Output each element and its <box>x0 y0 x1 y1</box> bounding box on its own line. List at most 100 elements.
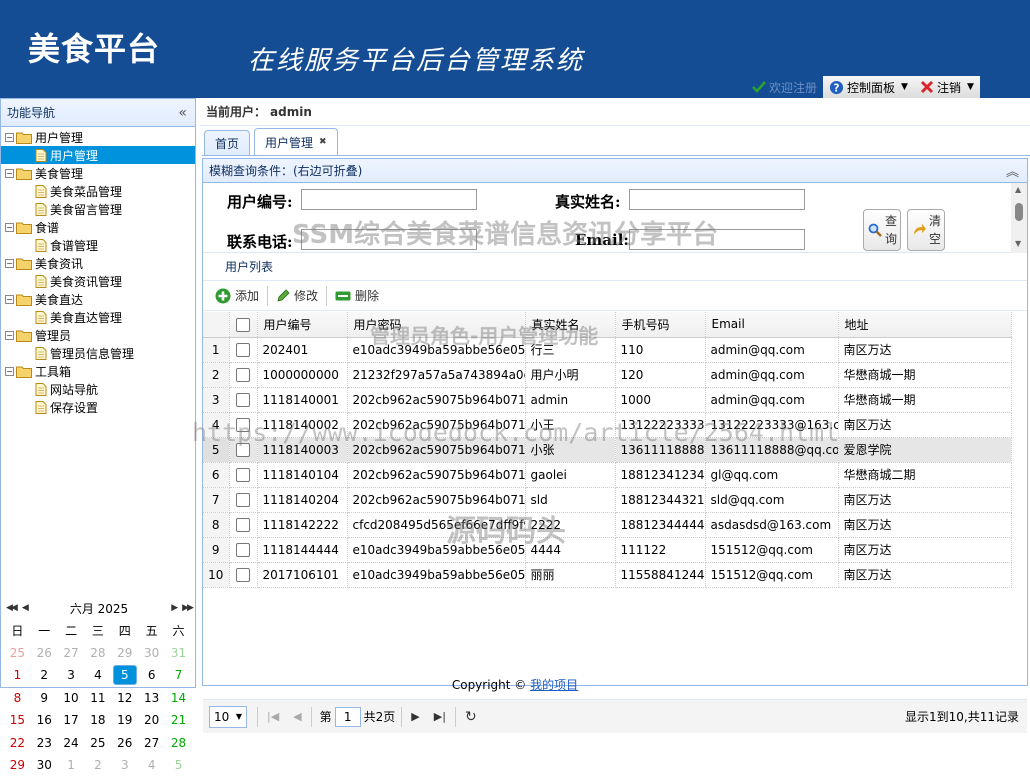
row-checkbox[interactable] <box>229 512 258 538</box>
calendar-day[interactable]: 28 <box>84 642 111 665</box>
calendar-title[interactable]: 六月 2025 <box>70 600 128 617</box>
calendar-day[interactable]: 26 <box>111 732 138 755</box>
tree-folder[interactable]: − 工具箱 <box>1 362 195 380</box>
table-row[interactable]: 3 1118140001 202cb962ac59075b964b07152 admi… <box>203 387 1012 413</box>
logout-menu[interactable]: 注销 ▼ <box>913 76 980 98</box>
control-panel-menu[interactable]: ? 控制面板 ▼ <box>823 76 914 98</box>
close-tab-icon[interactable]: ✖ <box>319 137 327 147</box>
tree-folder[interactable]: − 用户管理 <box>1 128 195 146</box>
column-header[interactable]: 地址 <box>838 312 1012 338</box>
scroll-thumb[interactable] <box>1015 203 1023 221</box>
real-name-input[interactable] <box>629 189 805 210</box>
expand-toggle-icon[interactable]: − <box>5 132 14 142</box>
last-page-icon[interactable]: ▶| <box>434 710 446 723</box>
calendar-day[interactable]: 17 <box>58 709 85 732</box>
row-checkbox[interactable] <box>229 387 258 413</box>
prev-page-icon[interactable]: ◀ <box>293 710 301 723</box>
collapse-icon[interactable]: « <box>178 105 187 121</box>
row-checkbox[interactable] <box>229 337 258 363</box>
select-all-checkbox[interactable] <box>229 312 258 338</box>
calendar-day[interactable]: 29 <box>111 642 138 665</box>
table-row[interactable]: 1 202401 e10adc3949ba59abbe56e057f 行三 110 adm… <box>203 337 1012 363</box>
tree-item[interactable]: 美食资讯管理 <box>1 272 195 290</box>
search-scrollbar[interactable]: ▲ ▼ <box>1011 183 1027 253</box>
clear-button[interactable]: 清空 <box>907 209 945 251</box>
calendar-day[interactable]: 27 <box>138 732 165 755</box>
tree-folder[interactable]: − 美食管理 <box>1 164 195 182</box>
tree-item[interactable]: 美食留言管理 <box>1 200 195 218</box>
calendar-day[interactable]: 2 <box>84 754 111 777</box>
tree-folder[interactable]: − 美食直达 <box>1 290 195 308</box>
table-row[interactable]: 8 1118142222 cfcd208495d565ef66e7dff9f98 22… <box>203 512 1012 538</box>
row-checkbox[interactable] <box>229 412 258 438</box>
calendar-day[interactable]: 29 <box>4 754 31 777</box>
column-header[interactable]: 手机号码 <box>615 312 706 338</box>
row-checkbox[interactable] <box>229 362 258 388</box>
expand-toggle-icon[interactable]: − <box>5 168 14 178</box>
tree-item[interactable]: 用户管理 <box>1 146 195 164</box>
tree-item[interactable]: 保存设置 <box>1 398 195 416</box>
calendar-day[interactable]: 22 <box>4 732 31 755</box>
calendar-day[interactable]: 26 <box>31 642 58 665</box>
table-row[interactable]: 9 1118144444 e10adc3949ba59abbe56e057f 4444… <box>203 537 1012 563</box>
calendar-day[interactable]: 18 <box>84 709 111 732</box>
refresh-icon[interactable]: ↻ <box>465 709 477 725</box>
page-size-select[interactable]: 10 ▼ <box>209 705 247 728</box>
page-number-input[interactable]: 1 <box>334 706 361 727</box>
column-header[interactable]: 真实姓名 <box>525 312 616 338</box>
next-year-icon[interactable]: ▶▶ <box>182 603 194 613</box>
project-link[interactable]: 我的项目 <box>530 678 578 692</box>
column-header[interactable]: 用户密码 <box>347 312 526 338</box>
expand-toggle-icon[interactable]: − <box>5 366 14 376</box>
calendar-day[interactable]: 4 <box>138 754 165 777</box>
calendar-day[interactable]: 21 <box>165 709 192 732</box>
calendar-day[interactable]: 24 <box>58 732 85 755</box>
table-row[interactable]: 5 1118140003 202cb962ac59075b964b07152 小张 13… <box>203 437 1012 463</box>
calendar-day[interactable]: 25 <box>84 732 111 755</box>
expand-toggle-icon[interactable]: − <box>5 222 14 232</box>
table-row[interactable]: 10 2017106101 e10adc3949ba59abbe56e057f 丽丽 1… <box>203 562 1012 588</box>
calendar-day[interactable]: 31 <box>165 642 192 665</box>
calendar-day[interactable]: 16 <box>31 709 58 732</box>
calendar-day[interactable]: 25 <box>4 642 31 665</box>
scroll-up-icon[interactable]: ▲ <box>1015 185 1021 194</box>
tab-home[interactable]: 首页 <box>204 130 251 155</box>
add-button[interactable]: 添加 <box>209 284 265 308</box>
table-row[interactable]: 4 1118140002 202cb962ac59075b964b07152 小王 13… <box>203 412 1012 438</box>
collapse-up-icon[interactable]: ︽ <box>1006 161 1019 180</box>
table-row[interactable]: 7 1118140204 202cb962ac59075b964b07152 sld 1… <box>203 487 1012 513</box>
expand-toggle-icon[interactable]: − <box>5 330 14 340</box>
welcome-link[interactable]: 欢迎注册 <box>746 76 823 98</box>
edit-button[interactable]: 修改 <box>270 284 324 308</box>
delete-button[interactable]: 删除 <box>329 284 385 308</box>
scroll-down-icon[interactable]: ▼ <box>1015 239 1021 248</box>
row-checkbox[interactable] <box>229 537 258 563</box>
calendar-day[interactable]: 27 <box>58 642 85 665</box>
expand-toggle-icon[interactable]: − <box>5 258 14 268</box>
column-header[interactable]: 用户编号 <box>257 312 348 338</box>
phone-input[interactable] <box>301 229 477 250</box>
next-page-icon[interactable]: ▶ <box>411 710 419 723</box>
tree-item[interactable]: 美食菜品管理 <box>1 182 195 200</box>
calendar-day[interactable]: 30 <box>31 754 58 777</box>
tree-item[interactable]: 管理员信息管理 <box>1 344 195 362</box>
table-row[interactable]: 2 1000000000 21232f297a57a5a743894a0e4 用户小明… <box>203 362 1012 388</box>
first-page-icon[interactable]: |◀ <box>267 710 279 723</box>
row-checkbox[interactable] <box>229 562 258 588</box>
tab-user-management[interactable]: 用户管理 ✖ <box>254 128 338 155</box>
column-header[interactable]: Email <box>705 312 839 338</box>
tree-folder[interactable]: − 食谱 <box>1 218 195 236</box>
calendar-day[interactable]: 1 <box>58 754 85 777</box>
tree-folder[interactable]: − 美食资讯 <box>1 254 195 272</box>
table-row[interactable]: 6 1118140104 202cb962ac59075b964b07152 gaol… <box>203 462 1012 488</box>
next-month-icon[interactable]: ▶ <box>171 603 178 613</box>
tree-folder[interactable]: − 管理员 <box>1 326 195 344</box>
email-input[interactable] <box>629 229 805 250</box>
expand-toggle-icon[interactable]: − <box>5 294 14 304</box>
calendar-day[interactable]: 5 <box>165 754 192 777</box>
user-id-input[interactable] <box>301 189 477 210</box>
calendar-day[interactable]: 19 <box>111 709 138 732</box>
row-checkbox[interactable] <box>229 462 258 488</box>
calendar-day[interactable]: 20 <box>138 709 165 732</box>
prev-year-icon[interactable]: ◀◀ <box>6 603 18 613</box>
